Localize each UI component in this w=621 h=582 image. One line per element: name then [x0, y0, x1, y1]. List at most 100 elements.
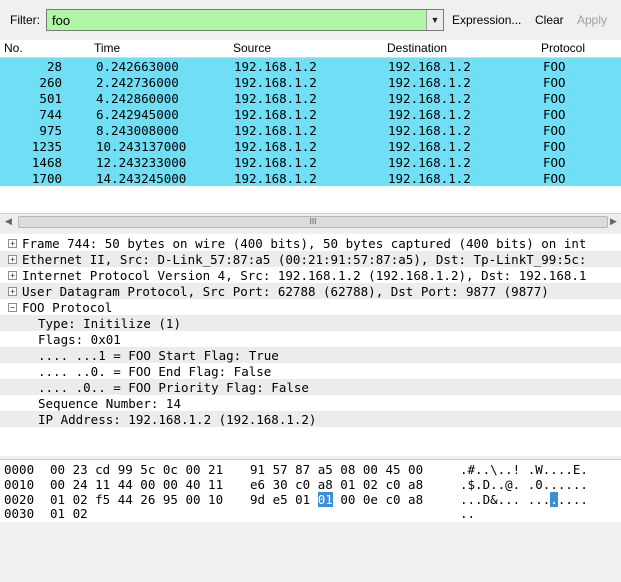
tree-label: Flags: 0x01	[38, 332, 121, 347]
packet-destination: 192.168.1.2	[388, 75, 471, 90]
hex-ascii: ...D&... ........	[460, 492, 588, 507]
table-row[interactable]: 1235 10.243137000 192.168.1.2 192.168.1.2 FO…	[0, 138, 621, 154]
packet-bytes: 0000 00 23 cd 99 5c 0c 00 21 91 57 87 a5…	[0, 459, 621, 522]
hex-bytes-b: 91 57 87 a5 08 00 45 00	[250, 462, 424, 477]
packet-destination: 192.168.1.2	[388, 91, 471, 106]
tree-label: Type: Initilize (1)	[38, 316, 181, 331]
packet-source: 192.168.1.2	[234, 123, 317, 138]
packet-time: 10.243137000	[96, 139, 187, 154]
hex-bytes-b: e6 30 c0 a8 01 02 c0 a8	[250, 477, 424, 492]
packet-source: 192.168.1.2	[234, 107, 317, 122]
scroll-left-icon[interactable]: ◀	[5, 216, 12, 227]
table-row[interactable]: 1468 12.243233000 192.168.1.2 192.168.1.2 FO…	[0, 154, 621, 170]
hex-offset: 0030	[4, 506, 35, 521]
packet-time: 12.243233000	[96, 155, 187, 170]
column-header-protocol[interactable]: Protocol	[541, 41, 585, 55]
hex-row[interactable]: 0030 01 02 ..	[0, 506, 621, 521]
tree-node[interactable]: + Ethernet II, Src: D-Link_57:87:a5 (00:2…	[0, 251, 621, 267]
column-header-destination[interactable]: Destination	[387, 41, 447, 55]
hex-row[interactable]: 0000 00 23 cd 99 5c 0c 00 21 91 57 87 a5…	[0, 462, 621, 477]
hex-row[interactable]: 0020 01 02 f5 44 26 95 00 10 9d e5 01 01…	[0, 492, 621, 507]
table-row[interactable]: 501 4.242860000 192.168.1.2 192.168.1.2 FOO	[0, 90, 621, 106]
tree-label: IP Address: 192.168.1.2 (192.168.1.2)	[38, 412, 317, 427]
apply-button[interactable]: Apply	[577, 13, 607, 27]
packet-no: 1235	[31, 139, 62, 154]
expand-icon[interactable]: +	[8, 239, 17, 248]
packet-source: 192.168.1.2	[234, 139, 317, 154]
tree-node[interactable]: + User Datagram Protocol, Src Port: 62788…	[0, 283, 621, 299]
packet-time: 14.243245000	[96, 171, 187, 186]
packet-destination: 192.168.1.2	[388, 107, 471, 122]
filter-toolbar: Filter: foo ▼ Expression... Clear Apply	[0, 0, 621, 40]
table-row[interactable]: 975 8.243008000 192.168.1.2 192.168.1.2 FOO	[0, 122, 621, 138]
tree-field[interactable]: Flags: 0x01	[0, 331, 621, 347]
table-row[interactable]: 260 2.242736000 192.168.1.2 192.168.1.2 FOO	[0, 74, 621, 90]
tree-label: Sequence Number: 14	[38, 396, 181, 411]
tree-field[interactable]: .... ..0. = FOO End Flag: False	[0, 363, 621, 379]
tree-label: Ethernet II, Src: D-Link_57:87:a5 (00:21…	[22, 252, 587, 267]
hex-row[interactable]: 0010 00 24 11 44 00 00 40 11 e6 30 c0 a8…	[0, 477, 621, 492]
packet-protocol: FOO	[543, 91, 566, 106]
tree-label: Internet Protocol Version 4, Src: 192.16…	[22, 268, 587, 283]
expand-icon[interactable]: +	[8, 255, 17, 264]
hex-ascii-post: ....	[557, 492, 588, 507]
expand-icon[interactable]: +	[8, 271, 17, 280]
hex-bytes-a: 00 24 11 44 00 00 40 11	[50, 477, 224, 492]
filter-label: Filter:	[10, 13, 40, 27]
column-header-no[interactable]: No.	[4, 41, 23, 55]
packet-protocol: FOO	[543, 171, 566, 186]
table-row[interactable]: 1700 14.243245000 192.168.1.2 192.168.1.2 FO…	[0, 170, 621, 186]
table-row[interactable]: 28 0.242663000 192.168.1.2 192.168.1.2 FOO	[0, 58, 621, 74]
packet-protocol: FOO	[543, 107, 566, 122]
hex-ascii: ..	[460, 506, 476, 521]
tree-field[interactable]: .... ...1 = FOO Start Flag: True	[0, 347, 621, 363]
horizontal-scrollbar[interactable]: ◀ III ▶	[0, 213, 621, 231]
column-header-time[interactable]: Time	[94, 41, 120, 55]
packet-destination: 192.168.1.2	[388, 171, 471, 186]
tree-field[interactable]: Sequence Number: 14	[0, 395, 621, 411]
packet-source: 192.168.1.2	[234, 75, 317, 90]
packet-no: 975	[39, 123, 62, 138]
packet-destination: 192.168.1.2	[388, 123, 471, 138]
packet-protocol: FOO	[543, 123, 566, 138]
tree-node[interactable]: + Internet Protocol Version 4, Src: 192.1…	[0, 267, 621, 283]
hex-ascii-pre: ...D&... ...	[460, 492, 551, 507]
packet-no: 1468	[31, 155, 62, 170]
packet-source: 192.168.1.2	[234, 91, 317, 106]
tree-field[interactable]: IP Address: 192.168.1.2 (192.168.1.2)	[0, 411, 621, 427]
packet-no: 28	[46, 59, 62, 74]
tree-label: User Datagram Protocol, Src Port: 62788 …	[22, 284, 549, 299]
hex-ascii-selected[interactable]: .	[550, 492, 558, 507]
hex-ascii: .#..\..! .W....E.	[460, 462, 588, 477]
scroll-right-icon[interactable]: ▶	[610, 216, 617, 227]
tree-field[interactable]: Type: Initilize (1)	[0, 315, 621, 331]
hex-ascii: .$.D..@. .0......	[460, 477, 588, 492]
tree-field[interactable]: .... .0.. = FOO Priority Flag: False	[0, 379, 621, 395]
column-header-source[interactable]: Source	[233, 41, 271, 55]
clear-button[interactable]: Clear	[535, 13, 564, 27]
table-row[interactable]: 744 6.242945000 192.168.1.2 192.168.1.2 FOO	[0, 106, 621, 122]
packet-time: 0.242663000	[96, 59, 179, 74]
packet-list: No. Time Source Destination Protocol 28 0…	[0, 40, 621, 231]
tree-node[interactable]: + Frame 744: 50 bytes on wire (400 bits),…	[0, 235, 621, 251]
packet-time: 4.242860000	[96, 91, 179, 106]
filter-input[interactable]: foo ▼	[46, 9, 444, 31]
packet-details: + Frame 744: 50 bytes on wire (400 bits),…	[0, 234, 621, 456]
expand-icon[interactable]: +	[8, 287, 17, 296]
packet-source: 192.168.1.2	[234, 59, 317, 74]
tree-node[interactable]: − FOO Protocol	[0, 299, 621, 315]
hex-offset: 0020	[4, 492, 35, 507]
packet-time: 8.243008000	[96, 123, 179, 138]
hex-byte-selected[interactable]: 01	[317, 492, 333, 507]
hex-bytes-a: 01 02	[50, 506, 88, 521]
scrollbar-grip: III	[309, 217, 317, 226]
packet-destination: 192.168.1.2	[388, 155, 471, 170]
scrollbar-thumb[interactable]: III	[18, 216, 608, 228]
chevron-down-icon[interactable]: ▼	[426, 10, 443, 30]
tree-label: FOO Protocol	[22, 300, 113, 315]
expression-button[interactable]: Expression...	[452, 13, 521, 27]
tree-label: .... .0.. = FOO Priority Flag: False	[38, 380, 309, 395]
packet-source: 192.168.1.2	[234, 155, 317, 170]
collapse-icon[interactable]: −	[8, 303, 17, 312]
hex-bytes-post: 00 0e c0 a8	[332, 492, 424, 507]
